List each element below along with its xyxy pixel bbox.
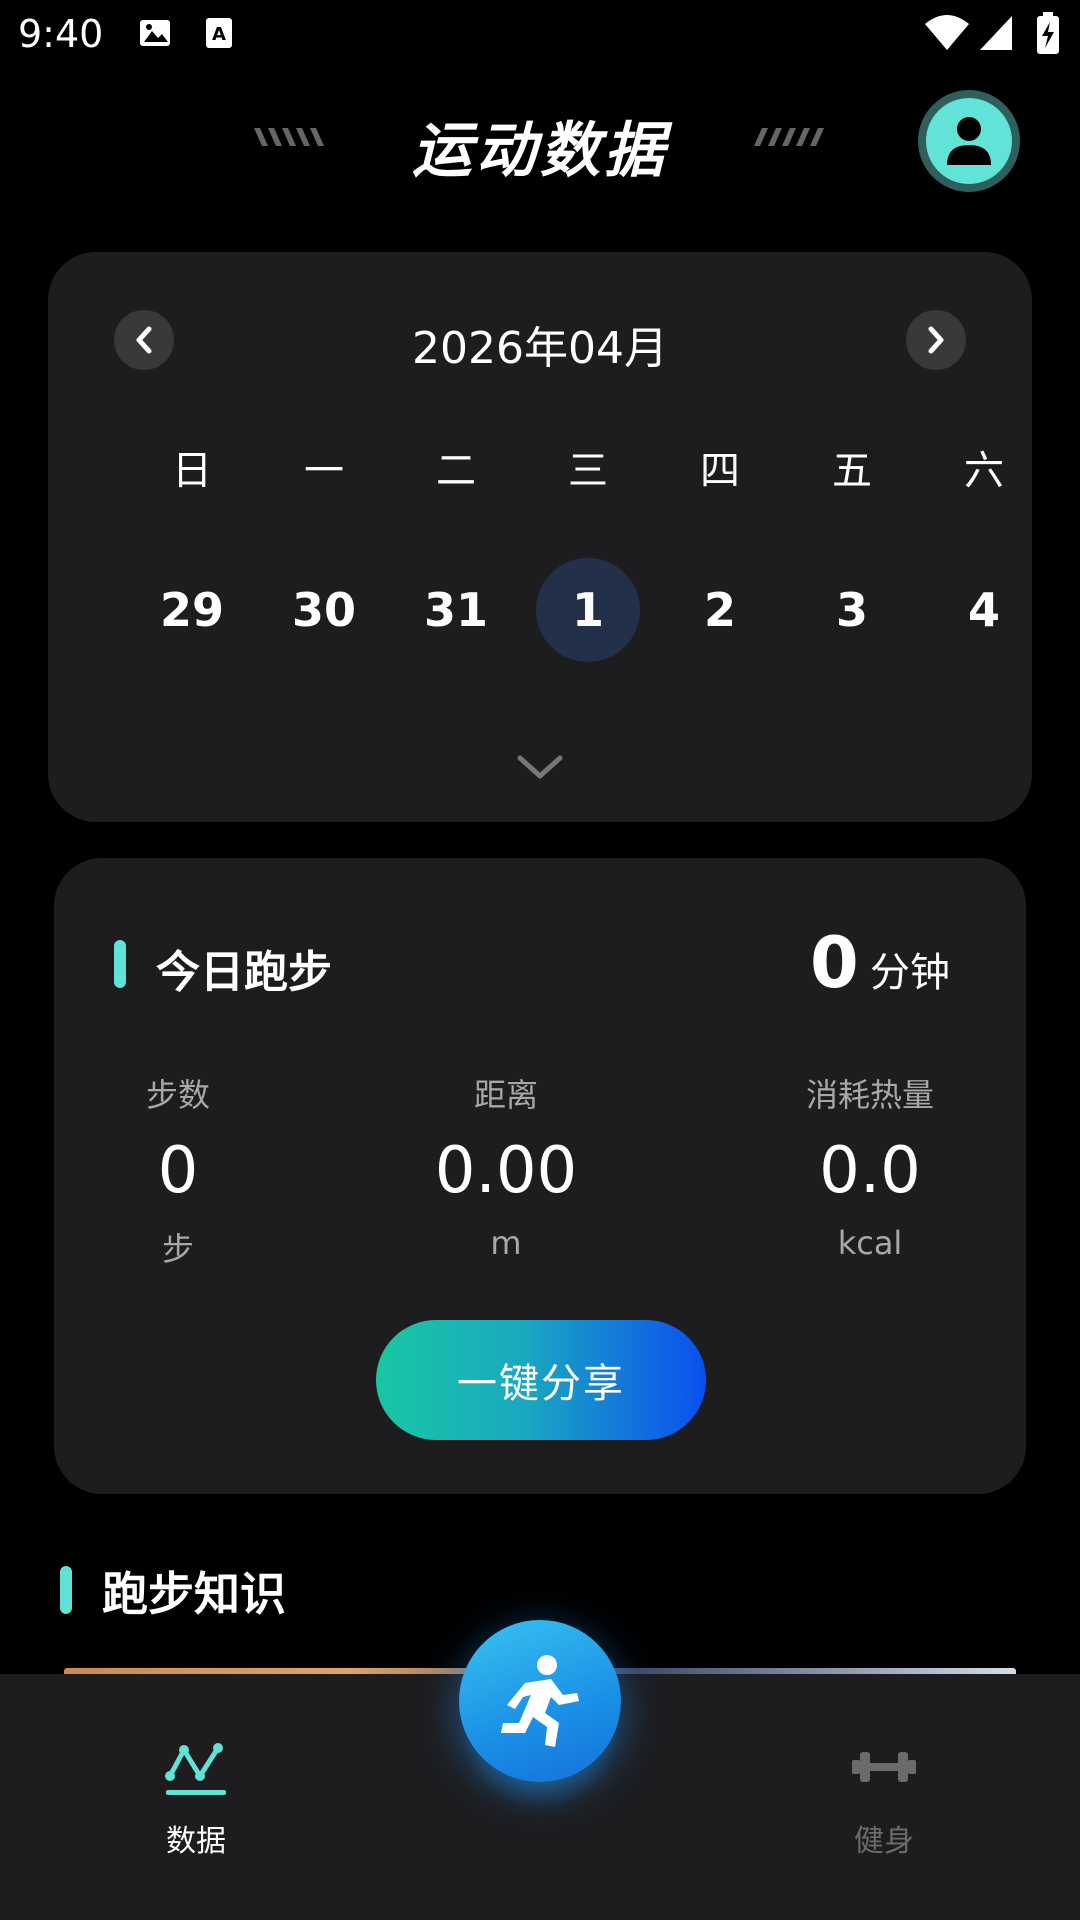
section-accent-bar [60,1566,72,1614]
nav-item-label: 数据 [166,1824,226,1859]
weekday-fri: 五 [832,448,872,494]
chart-line-icon [165,1743,226,1795]
calendar-day-label: 3 [835,583,868,637]
calendar-day-label: 29 [159,583,224,637]
dumbbell-icon [852,1752,916,1782]
stat-unit: 步 [161,1230,194,1268]
calendar-day-label: 2 [703,583,736,637]
calendar-month-label: 2026年04月 [412,323,668,374]
today-run-title: 今日跑步 [156,947,332,998]
calendar-day[interactable]: 30 [258,558,390,662]
share-button[interactable]: 一键分享 [376,1320,706,1440]
calendar-day-label: 30 [291,583,356,637]
knowledge-section-title: 跑步知识 [102,1567,286,1621]
running-person-icon [501,1655,579,1747]
stat-value: 0.00 [434,1134,578,1208]
nav-item-data[interactable]: 数据 [116,1734,276,1860]
weekday-thu: 四 [700,448,740,494]
stat-label: 距离 [473,1076,538,1114]
run-minutes-unit: 分钟 [870,950,950,996]
calendar-day[interactable]: 31 [390,558,522,662]
expand-calendar-button[interactable] [516,752,564,786]
image-notification-icon [138,16,172,54]
stat-value: 0 [157,1134,199,1208]
status-bar: 9:40 A [0,0,1080,70]
header-right-decoration [752,126,828,152]
today-run-card: 今日跑步 0 分钟 步数 0 步 距离 0.00 m 消耗热量 0.0 kcal… [54,858,1026,1494]
section-accent-bar [114,940,126,988]
battery-charging-icon [1036,12,1060,58]
calendar-day[interactable]: 2 [654,558,786,662]
stat-value: 0.0 [819,1134,921,1208]
signal-icon [978,14,1014,56]
text-notification-icon: A [204,16,234,54]
calendar-card: 2026年04月 日 一 二 三 四 五 六 29 30 31 1 2 3 4 [48,252,1032,822]
stat-distance: 距离 0.00 m [376,1070,636,1262]
stat-unit: m [490,1224,522,1262]
stat-label: 步数 [145,1076,210,1114]
stat-steps: 步数 0 步 [48,1070,308,1270]
calendar-day-label: 1 [571,583,604,637]
chevron-right-icon [928,326,944,354]
calendar-day[interactable]: 29 [126,558,258,662]
weekday-tue: 二 [436,448,476,494]
weekday-mon: 一 [304,448,344,494]
user-icon [926,98,1012,184]
run-minutes-value: 0 [810,922,859,1004]
calendar-day[interactable]: 4 [918,558,1050,662]
calendar-day-label: 4 [967,583,1000,637]
calendar-day-selected[interactable]: 1 [522,558,654,662]
start-run-button[interactable] [459,1620,621,1782]
stat-calories: 消耗热量 0.0 kcal [740,1070,1000,1262]
calendar-day-label: 31 [423,583,488,637]
chevron-down-icon [517,755,563,779]
stat-label: 消耗热量 [805,1076,934,1114]
stat-unit: kcal [837,1224,903,1262]
svg-text:A: A [212,24,226,45]
nav-item-fitness[interactable]: 健身 [804,1734,964,1860]
weekday-sun: 日 [172,448,212,494]
calendar-day[interactable]: 3 [786,558,918,662]
next-month-button[interactable] [906,310,966,370]
header: 运动数据 [0,90,1080,192]
nav-item-label: 健身 [854,1824,914,1859]
status-time: 9:40 [18,12,104,56]
weekday-sat: 六 [964,448,1004,494]
avatar-button[interactable] [918,90,1020,192]
weekday-wed: 三 [568,448,608,494]
wifi-icon [924,14,970,56]
